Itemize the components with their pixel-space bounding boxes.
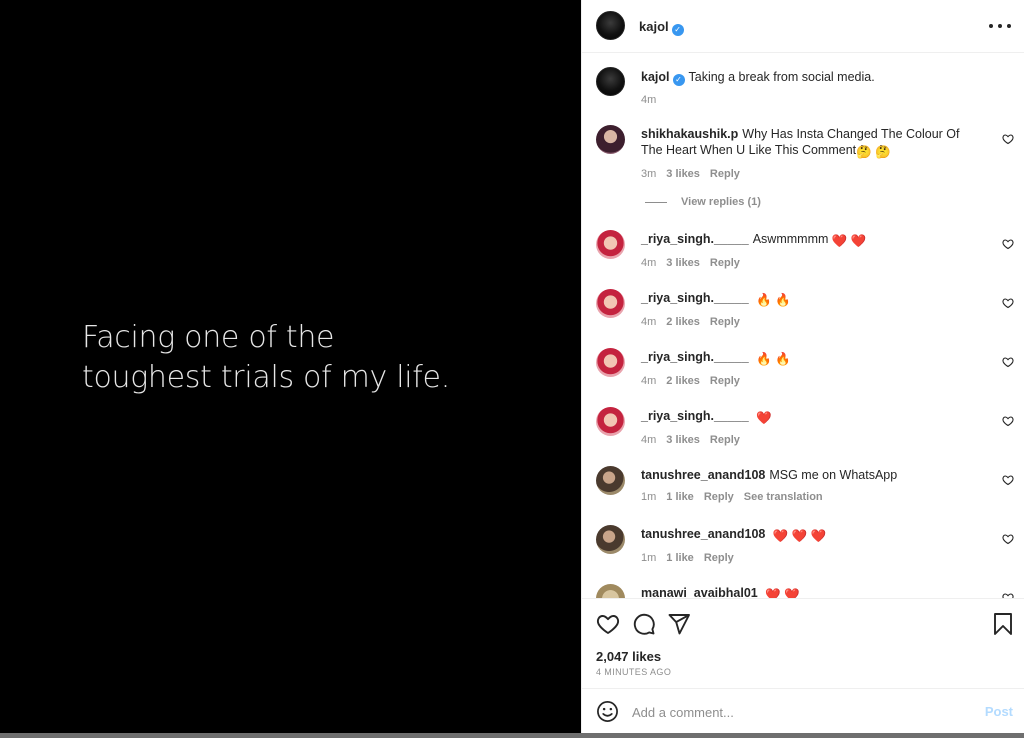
comment-likes-link[interactable]: 1 like xyxy=(666,552,694,564)
comment-emoji: ❤️ ❤️ xyxy=(831,234,867,248)
author-username[interactable]: kajol xyxy=(639,19,669,34)
caption-time: 4m xyxy=(641,94,657,106)
commenter-username[interactable]: tanushree_anand108 xyxy=(641,527,765,541)
commenter-username[interactable]: _riya_singh._____ xyxy=(641,350,749,364)
caption-avatar[interactable] xyxy=(596,67,625,96)
comment-body: tanushree_anand108 ❤️ ❤️ ❤️ 1m 1 like Repl… xyxy=(641,526,976,566)
comment-likes-link[interactable]: 3 likes xyxy=(666,257,700,269)
comment-emoji: 🤔 🤔 xyxy=(856,145,891,159)
caption-username[interactable]: kajol xyxy=(641,70,670,84)
comment-emoji: ❤️ xyxy=(756,411,772,425)
commenter-avatar[interactable] xyxy=(596,125,625,154)
like-comment-heart-icon[interactable] xyxy=(1002,415,1014,427)
comment-body: manawi_avaibhal01 ❤️ ❤️ xyxy=(641,585,976,598)
comment-time: 1m xyxy=(641,491,657,503)
like-comment-heart-icon[interactable] xyxy=(1002,356,1014,368)
like-comment-heart-icon[interactable] xyxy=(1002,297,1014,309)
commenter-avatar[interactable] xyxy=(596,584,625,598)
post-media[interactable]: Facing one of the toughest trials of my … xyxy=(0,0,581,733)
comment-time: 4m xyxy=(641,257,657,269)
caption-body: kajol ✓ Taking a break from social media. … xyxy=(641,69,976,108)
author-name-block: kajol ✓ xyxy=(639,18,684,36)
comment-emoji: ❤️ ❤️ xyxy=(765,588,800,598)
comment-text: Aswmmmmm xyxy=(752,232,829,246)
commenter-avatar[interactable] xyxy=(596,466,625,495)
media-quote-line-1: Facing one of the xyxy=(82,320,335,355)
comment-time: 3m xyxy=(641,168,657,180)
comment-emoji: 🔥 🔥 xyxy=(756,293,791,307)
post-comment-button[interactable]: Post xyxy=(985,704,1013,719)
post-actions: 2,047 likes 4 MINUTES AGO xyxy=(582,598,1024,688)
comment-body: _riya_singh._____ 🔥 🔥 4m 2 likes Reply xyxy=(641,349,976,389)
like-comment-heart-icon[interactable] xyxy=(1002,133,1014,145)
post-sidebar: kajol ✓ kajol ✓ Taking a break from social … xyxy=(581,0,1024,733)
comment-emoji: ❤️ ❤️ ❤️ xyxy=(772,529,827,543)
comment-likes-link[interactable]: 3 likes xyxy=(666,434,700,446)
commenter-username[interactable]: _riya_singh._____ xyxy=(641,232,749,246)
commenter-avatar[interactable] xyxy=(596,407,625,436)
commenter-avatar[interactable] xyxy=(596,289,625,318)
like-comment-heart-icon[interactable] xyxy=(1002,474,1014,486)
share-send-icon[interactable] xyxy=(667,612,691,636)
like-comment-heart-icon[interactable] xyxy=(1002,238,1014,250)
comment-composer: Post xyxy=(582,688,1024,733)
commenter-username[interactable]: _riya_singh._____ xyxy=(641,409,749,423)
view-replies-label: View replies (1) xyxy=(681,196,761,208)
commenter-username[interactable]: manawi_avaibhal01 xyxy=(641,586,758,598)
commenter-avatar[interactable] xyxy=(596,525,625,554)
comment-body: _riya_singh._____ ❤️ 4m 3 likes Reply xyxy=(641,408,976,448)
commenter-avatar[interactable] xyxy=(596,230,625,259)
comment-body: shikhakaushik.p Why Has Insta Changed The… xyxy=(641,126,976,182)
comment-time: 4m xyxy=(641,316,657,328)
comment-likes-link[interactable]: 2 likes xyxy=(666,316,700,328)
comment-time: 4m xyxy=(641,434,657,446)
commenter-username[interactable]: tanushree_anand108 xyxy=(641,468,765,482)
comment-likes-link[interactable]: 3 likes xyxy=(666,168,700,180)
reply-button[interactable]: Reply xyxy=(710,316,740,328)
media-quote-line-2: toughest trials of my life. xyxy=(82,360,450,395)
comment-likes-link[interactable]: 2 likes xyxy=(666,375,700,387)
window-bottom-edge xyxy=(0,733,1024,738)
reply-button[interactable]: Reply xyxy=(710,168,740,180)
commenter-avatar[interactable] xyxy=(596,348,625,377)
commenter-username[interactable]: shikhakaushik.p xyxy=(641,127,738,141)
verified-icon: ✓ xyxy=(671,24,684,36)
comments-list[interactable]: kajol ✓ Taking a break from social media. … xyxy=(582,53,1024,598)
reply-button[interactable]: Reply xyxy=(704,491,734,503)
emoji-smiley-icon[interactable] xyxy=(596,700,619,723)
comment-bubble-icon[interactable] xyxy=(632,612,656,636)
verified-icon: ✓ xyxy=(672,74,685,86)
view-replies-button[interactable]: View replies (1) xyxy=(645,196,761,208)
post-header: kajol ✓ xyxy=(582,0,1024,53)
like-comment-heart-icon[interactable] xyxy=(1002,533,1014,545)
see-translation-button[interactable]: See translation xyxy=(744,491,823,503)
bookmark-icon[interactable] xyxy=(993,612,1013,636)
comment-body: _riya_singh._____ 🔥 🔥 4m 2 likes Reply xyxy=(641,290,976,330)
comment-likes-link[interactable]: 1 like xyxy=(666,491,694,503)
reply-button[interactable]: Reply xyxy=(710,257,740,269)
media-quote: Facing one of the toughest trials of my … xyxy=(82,318,450,398)
more-dots-icon[interactable] xyxy=(989,16,1011,36)
post-viewer: Facing one of the toughest trials of my … xyxy=(0,0,1024,738)
caption-text: Taking a break from social media. xyxy=(688,70,875,84)
reply-button[interactable]: Reply xyxy=(710,375,740,387)
comment-emoji: 🔥 🔥 xyxy=(756,352,791,366)
comment-body: _riya_singh._____ Aswmmmmm ❤️ ❤️ 4m 3 like… xyxy=(641,231,976,271)
reply-button[interactable]: Reply xyxy=(710,434,740,446)
commenter-username[interactable]: _riya_singh._____ xyxy=(641,291,749,305)
likes-count[interactable]: 2,047 likes xyxy=(596,649,661,664)
comment-text: MSG me on WhatsApp xyxy=(769,468,898,482)
comment-time: 4m xyxy=(641,375,657,387)
like-heart-icon[interactable] xyxy=(596,612,620,636)
add-comment-input[interactable] xyxy=(632,702,962,722)
post-timestamp[interactable]: 4 MINUTES AGO xyxy=(596,667,671,677)
comment-time: 1m xyxy=(641,552,657,564)
comment-body: tanushree_anand108 MSG me on WhatsApp 1m 1… xyxy=(641,467,976,505)
author-avatar[interactable] xyxy=(596,11,625,40)
reply-button[interactable]: Reply xyxy=(704,552,734,564)
